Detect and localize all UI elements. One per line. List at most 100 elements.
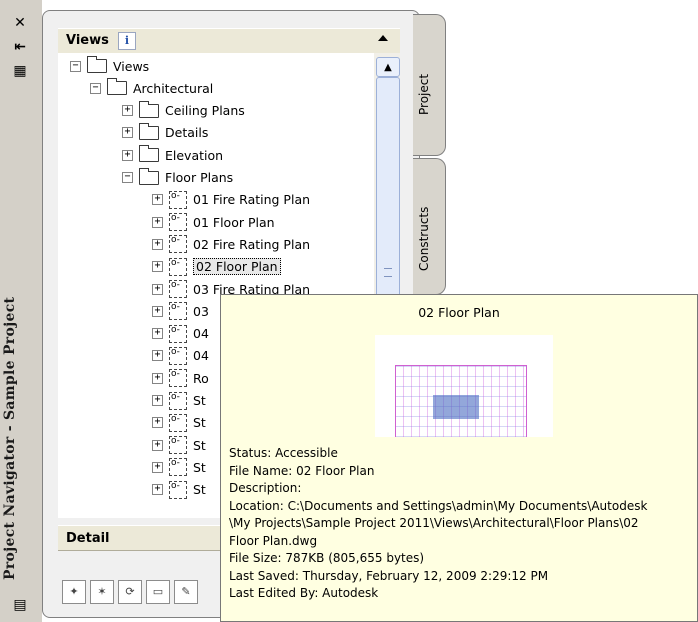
tree-item[interactable]: + St (152, 434, 206, 456)
tab-project-label: Project (417, 73, 431, 115)
tree-item-label: 04 (193, 326, 209, 342)
tree-item[interactable]: − Floor Plans (122, 167, 233, 189)
tooltip-line: File Size: 787KB (805,655 bytes) (229, 551, 425, 565)
new-view-icon[interactable]: ✦ (62, 580, 86, 604)
expand-node-icon[interactable]: + (152, 395, 163, 406)
view-drawing-icon (169, 369, 187, 388)
expand-node-icon[interactable]: + (152, 439, 163, 451)
tooltip-details: Status: Accessible File Name: 02 Floor Pl… (229, 445, 693, 603)
tooltip-line: \My Projects\Sample Project 2011\Views\A… (229, 516, 639, 530)
scroll-up-button[interactable]: ▲ (376, 57, 400, 77)
expand-node-icon[interactable]: + (152, 283, 163, 295)
tree-item[interactable]: − Views (70, 55, 149, 77)
tree-item[interactable]: +04 (152, 323, 209, 345)
tree-item[interactable]: + Ceiling Plans (122, 100, 245, 122)
expand-node-icon[interactable]: + (152, 238, 163, 250)
view-drawing-icon (169, 391, 187, 410)
tab-constructs-label: Constructs (417, 206, 431, 271)
expand-node-icon[interactable]: + (152, 328, 163, 340)
close-icon[interactable]: ✕ (10, 14, 30, 32)
tree-item-label: Floor Plans (165, 170, 234, 185)
tree-item[interactable]: +01 Fire Rating Plan (152, 189, 310, 211)
views-title: Views (66, 33, 109, 48)
regenerate-icon[interactable]: ⟳ (118, 580, 142, 604)
collapse-icon[interactable] (378, 35, 388, 41)
expand-node-icon[interactable]: + (152, 194, 163, 206)
tree-item[interactable]: +04 (152, 345, 209, 367)
tree-item[interactable]: + Elevation (122, 144, 223, 166)
tooltip-line: Floor Plan.dwg (229, 533, 318, 548)
tree-item[interactable]: +02 Floor Plan (152, 256, 281, 278)
tree-item-label: St (193, 459, 206, 475)
view-drawing-icon (169, 302, 187, 321)
tree-item[interactable]: +03 (152, 300, 209, 322)
tree-item-label: St (193, 415, 206, 431)
view-drawing-icon (169, 458, 187, 477)
tree-item-label: Details (165, 125, 209, 141)
view-drawing-icon (169, 480, 187, 499)
tab-constructs[interactable]: Constructs (413, 158, 446, 295)
collapse-node-icon[interactable]: − (70, 60, 81, 72)
folder-icon (87, 56, 107, 73)
folder-icon (139, 167, 159, 185)
new-category-icon[interactable]: ✶ (90, 580, 114, 604)
expand-node-icon[interactable]: + (152, 216, 163, 228)
tree-item-label: 03 (193, 303, 209, 319)
view-drawing-icon (169, 235, 187, 254)
tree-item-label: St (193, 482, 206, 498)
tree-item[interactable]: − Architectural (90, 77, 213, 99)
folder-icon (107, 78, 127, 96)
expand-node-icon[interactable]: + (152, 261, 163, 273)
tree-item[interactable]: + St (152, 412, 206, 434)
expand-node-icon[interactable]: + (152, 305, 163, 317)
view-drawing-icon (169, 324, 187, 343)
tree-item-label: St (193, 393, 206, 408)
tree-item-label: 01 Floor Plan (193, 214, 275, 230)
expand-node-icon[interactable]: + (122, 149, 133, 161)
expand-node-icon[interactable]: + (122, 127, 133, 139)
detail-toolbar: ✦ ✶ ⟳ ▭ ✎ (62, 580, 198, 608)
tree-item[interactable]: +02 Fire Rating Plan (152, 233, 310, 255)
edit-icon[interactable]: ✎ (174, 580, 198, 604)
tree-item[interactable]: + St (152, 479, 206, 501)
tree-item-label: 04 (193, 348, 209, 364)
collapse-node-icon[interactable]: − (90, 82, 101, 94)
tooltip-line: Last Saved: Thursday, February 12, 2009 … (229, 568, 549, 583)
detail-header: Detail (58, 525, 228, 551)
info-icon[interactable]: i (118, 32, 136, 50)
tooltip-title: 02 Floor Plan (418, 305, 500, 320)
view-drawing-icon (169, 436, 187, 455)
folder-icon (139, 100, 159, 118)
view-drawing-icon (169, 280, 187, 298)
expand-node-icon[interactable]: + (152, 484, 163, 496)
collapse-node-icon[interactable]: − (122, 172, 133, 183)
tooltip-line: Status: Accessible (229, 446, 338, 460)
folder-icon (139, 145, 159, 163)
view-drawing-icon (169, 257, 187, 276)
tree-item[interactable]: + St (152, 456, 206, 478)
auto-hide-icon[interactable]: ⇤ (10, 38, 30, 56)
tree-item-label: 02 Floor Plan (193, 258, 281, 276)
properties-icon[interactable]: ▦ (10, 62, 30, 80)
view-drawing-icon (169, 190, 187, 209)
tooltip-line: Last Edited By: Autodesk (229, 586, 379, 600)
expand-node-icon[interactable]: + (152, 417, 163, 429)
view-tooltip: 02 Floor Plan Status: Accessible File Nam… (220, 294, 698, 622)
project-icon[interactable]: ▤ (10, 596, 30, 614)
tree-item-label: Architectural (133, 80, 214, 96)
tooltip-line: Description: (229, 481, 302, 495)
open-icon[interactable]: ▭ (146, 580, 170, 604)
expand-node-icon[interactable]: + (122, 105, 133, 117)
tooltip-line: Location: C:\Documents and Settings\admi… (229, 498, 648, 513)
tree-item[interactable]: +01 Floor Plan (152, 211, 275, 233)
palette-title: Project Navigator - Sample Project (2, 296, 18, 580)
tree-item-label: Ro (193, 370, 209, 386)
tree-item[interactable]: + St (152, 390, 206, 412)
expand-node-icon[interactable]: + (152, 350, 163, 362)
tree-item[interactable]: + Details (122, 122, 208, 144)
view-drawing-icon (169, 346, 187, 365)
tree-item[interactable]: + Ro (152, 367, 209, 389)
expand-node-icon[interactable]: + (152, 461, 163, 473)
expand-node-icon[interactable]: + (152, 372, 163, 384)
tab-project[interactable]: Project (413, 14, 446, 156)
